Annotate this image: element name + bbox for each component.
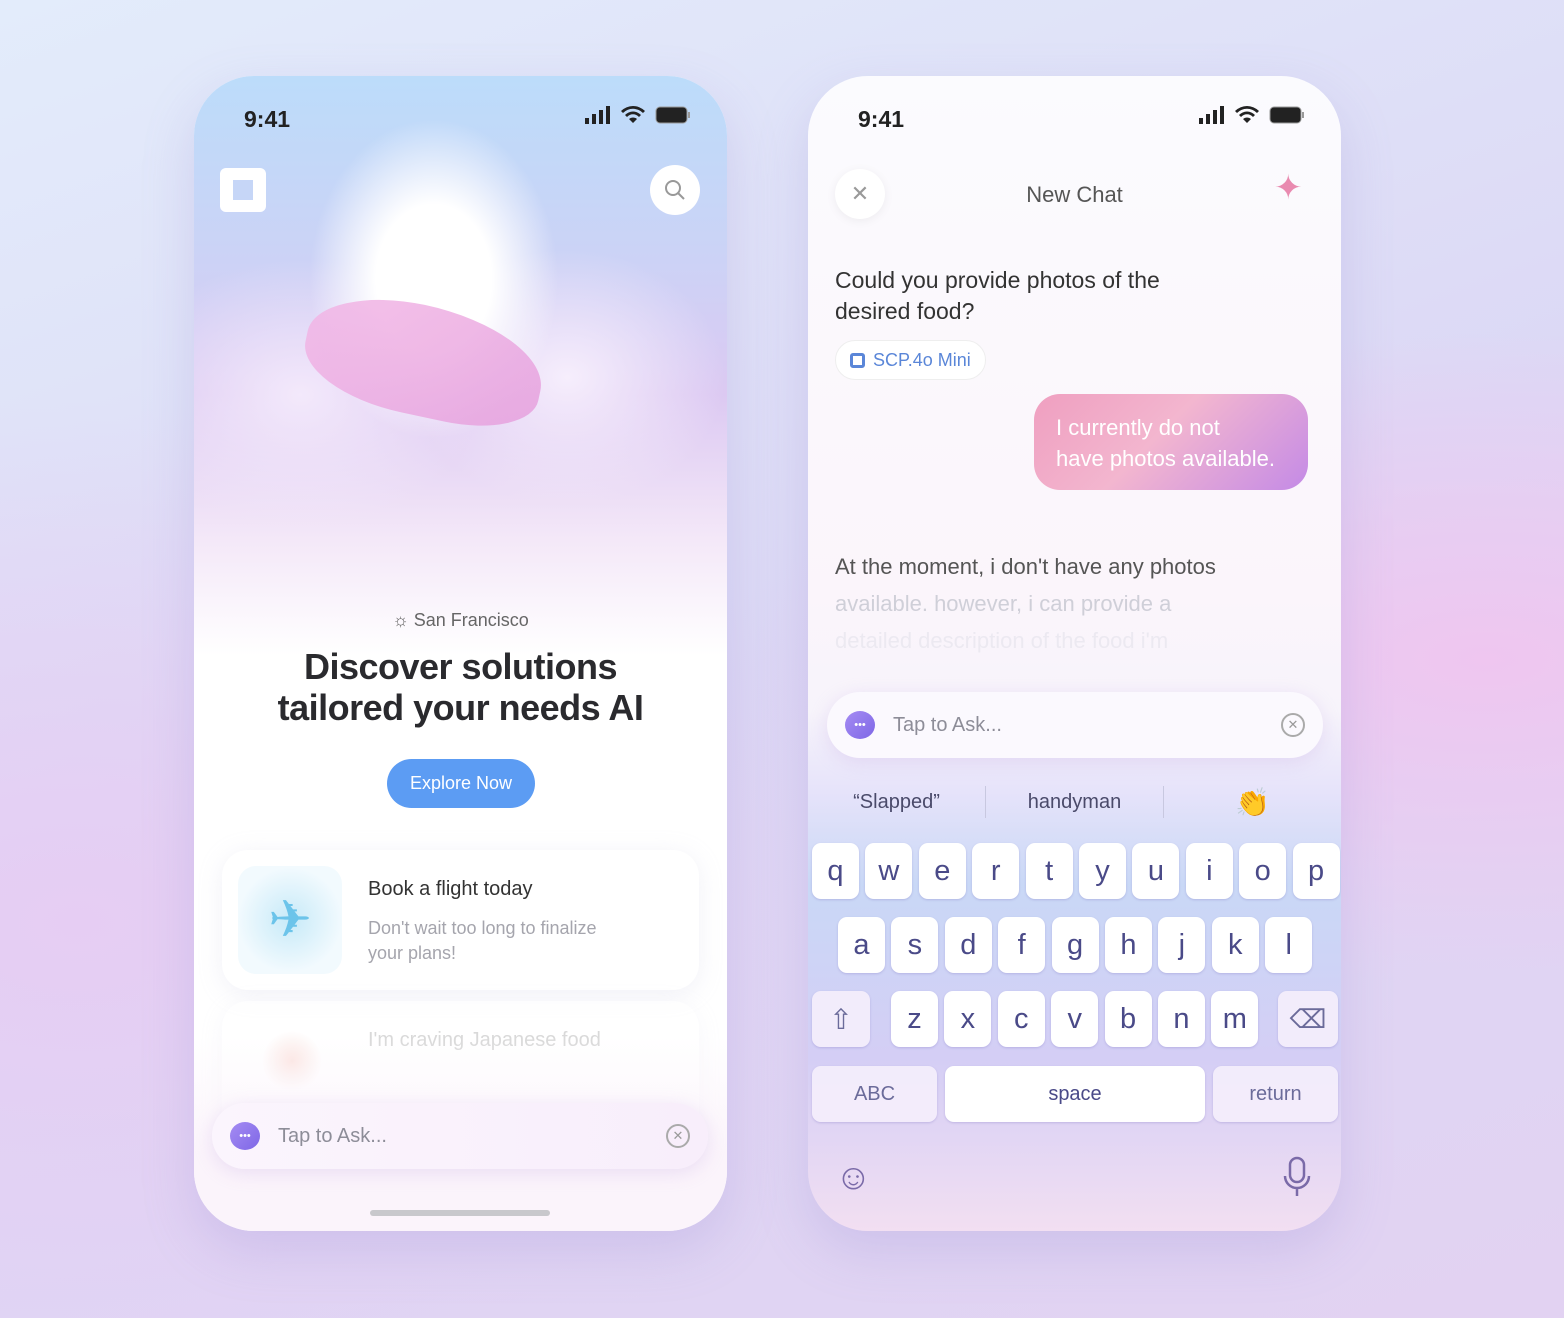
key-t[interactable]: t (1025, 843, 1073, 899)
key-u[interactable]: u (1132, 843, 1180, 899)
ask-input[interactable]: ••• Tap to Ask... ✕ (212, 1103, 708, 1169)
hero-image (194, 76, 727, 656)
signal-icon (1199, 106, 1224, 124)
space-key[interactable]: space (945, 1066, 1205, 1122)
key-g[interactable]: g (1051, 917, 1099, 973)
key-d[interactable]: d (944, 917, 992, 973)
key-x[interactable]: x (944, 991, 992, 1047)
suggestion-3[interactable]: 👏 (1164, 786, 1341, 819)
delete-key[interactable]: ⌫ (1278, 991, 1338, 1047)
explore-now-button[interactable]: Explore Now (387, 759, 535, 808)
status-icons (585, 106, 691, 124)
battery-icon (1269, 106, 1304, 124)
key-b[interactable]: b (1104, 991, 1152, 1047)
signal-icon (585, 106, 610, 124)
key-q[interactable]: q (812, 843, 859, 899)
key-j[interactable]: j (1158, 917, 1206, 973)
chat-bubble-icon: ••• (230, 1122, 260, 1150)
key-a[interactable]: a (838, 917, 885, 973)
microphone-icon[interactable] (1282, 1156, 1312, 1200)
user-message: I currently do not have photos available. (1034, 394, 1308, 490)
key-v[interactable]: v (1051, 991, 1099, 1047)
ask-input[interactable]: ••• Tap to Ask... ✕ (827, 692, 1323, 758)
clear-icon[interactable]: ✕ (1281, 713, 1305, 737)
key-w[interactable]: w (865, 843, 913, 899)
key-k[interactable]: k (1211, 917, 1259, 973)
key-p[interactable]: p (1292, 843, 1340, 899)
shift-icon: ⇧ (829, 1003, 853, 1035)
key-o[interactable]: o (1239, 843, 1287, 899)
answer-text: At the moment, i don't have any photos av… (835, 554, 1216, 653)
key-f[interactable]: f (998, 917, 1046, 973)
wifi-icon (1235, 106, 1259, 123)
sun-icon: ☼ (392, 610, 414, 630)
status-icons (1199, 106, 1305, 124)
suggestion-1[interactable]: “Slapped” (808, 791, 985, 814)
key-h[interactable]: h (1105, 917, 1152, 973)
key-l[interactable]: l (1265, 917, 1313, 973)
shift-key[interactable]: ⇧ (812, 991, 870, 1047)
home-indicator (370, 1210, 550, 1216)
location: ☼ San Francisco (392, 610, 529, 630)
emoji-icon[interactable]: ☺ (835, 1156, 872, 1198)
chat-title: New Chat (1026, 182, 1123, 207)
key-n[interactable]: n (1158, 991, 1205, 1047)
clear-icon[interactable]: ✕ (666, 1124, 690, 1148)
page-title: Discover solutions tailored your needs AI (277, 646, 644, 728)
key-z[interactable]: z (891, 991, 938, 1047)
model-icon (850, 352, 865, 368)
status-time: 9:41 (858, 106, 905, 132)
key-m[interactable]: m (1211, 991, 1259, 1047)
key-y[interactable]: y (1079, 843, 1126, 899)
key-i[interactable]: i (1185, 843, 1233, 899)
app-logo (220, 168, 266, 212)
card-title: Book a flight today (368, 878, 533, 900)
airplane-icon: ✈ (238, 866, 342, 974)
chat-bubble-icon: ••• (845, 711, 875, 739)
battery-icon (655, 106, 690, 124)
wifi-icon (621, 106, 645, 123)
model-badge[interactable]: SCP.4o Mini (835, 340, 986, 380)
search-icon (665, 180, 685, 200)
backspace-icon: ⌫ (1289, 1003, 1327, 1034)
key-c[interactable]: c (997, 991, 1045, 1047)
suggestion-bar: “Slapped” handyman 👏 (808, 782, 1341, 822)
key-e[interactable]: e (918, 843, 966, 899)
chat-screen: 9:41 ✕ New Chat ✦ Could you provide phot… (808, 76, 1341, 1231)
sparkle-icon[interactable]: ✦ (1274, 168, 1303, 208)
home-screen: 9:41 ☼ San Francisco Discover solutions t… (194, 76, 727, 1231)
question-text: Could you provide photos of the desired f… (835, 267, 1160, 324)
return-key[interactable]: return (1213, 1066, 1338, 1122)
suggestion-2[interactable]: handyman (986, 791, 1163, 814)
key-s[interactable]: s (891, 917, 939, 973)
key-r[interactable]: r (972, 843, 1020, 899)
card-desc: Don't wait too long to finalize your plan… (368, 918, 597, 963)
status-time: 9:41 (244, 106, 291, 132)
search-button[interactable] (650, 165, 700, 215)
abc-key[interactable]: ABC (812, 1066, 937, 1122)
whale-illustration (295, 282, 553, 440)
card-book-flight[interactable]: ✈ Book a flight today Don't wait too lon… (222, 850, 699, 990)
